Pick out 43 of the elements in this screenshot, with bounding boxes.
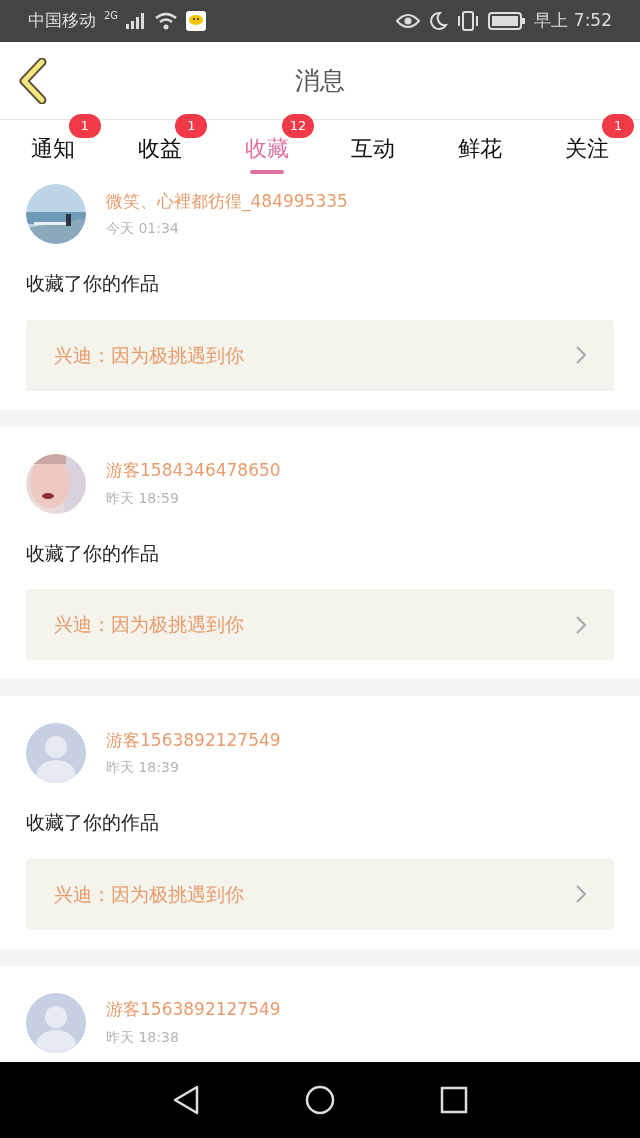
message-time: 昨天 18:59: [106, 488, 180, 508]
avatar-icon: [26, 992, 86, 1053]
user-name[interactable]: 游客1584346478650: [106, 458, 281, 484]
message-text: 收藏了你的作品: [26, 810, 160, 835]
chevron-right-icon: [576, 615, 586, 634]
chevron-right-icon: [576, 346, 586, 364]
user-name[interactable]: 游客1563892127549: [106, 997, 281, 1023]
count-badge: 12: [282, 114, 314, 138]
message-text: 收藏了你的作品: [26, 540, 160, 566]
user-name[interactable]: 微笑、心裡都彷徨_484995335: [106, 188, 348, 215]
work-link[interactable]: 兴迪：因为极挑遇到你: [26, 319, 614, 391]
chat-app-icon: [186, 11, 207, 31]
work-title: 兴迪：因为极挑遇到你: [54, 612, 245, 638]
count-badge: 1: [68, 114, 101, 138]
work-title: 兴迪：因为极挑遇到你: [54, 881, 245, 907]
work-link[interactable]: 兴迪：因为极挑遇到你: [26, 858, 614, 930]
tab[interactable]: 鲜花: [426, 120, 534, 176]
vibrate-icon: [456, 11, 481, 31]
message-time: 昨天 18:38: [106, 1027, 180, 1047]
message-time: 今天 01:34: [106, 219, 180, 239]
eye-icon: [396, 13, 421, 29]
tab-underline: [249, 170, 284, 174]
wifi-icon: [154, 12, 179, 30]
message-time: 昨天 18:39: [106, 758, 180, 778]
message-text: 收藏了你的作品: [26, 271, 160, 296]
work-title: 兴迪：因为极挑遇到你: [54, 342, 245, 368]
work-link[interactable]: 兴迪：因为极挑遇到你: [26, 589, 614, 660]
battery-icon: [488, 12, 527, 30]
recents-nav-button[interactable]: [439, 1086, 468, 1114]
chevron-right-icon: [576, 885, 586, 903]
carrier-name: 中国移动: [28, 9, 96, 33]
page-title: 消息: [295, 64, 345, 97]
user-name[interactable]: 游客1563892127549: [106, 727, 281, 754]
home-nav-button[interactable]: [305, 1085, 335, 1115]
avatar-icon: [26, 723, 86, 783]
signal-icon: [126, 13, 147, 29]
back-nav-button[interactable]: [172, 1085, 201, 1115]
network-type: 2G: [104, 9, 119, 23]
tab[interactable]: 互动: [320, 120, 427, 176]
count-badge: 1: [602, 114, 635, 138]
count-badge: 1: [175, 114, 208, 138]
moon-icon: [428, 11, 449, 31]
clock: 早上 7:52: [534, 9, 612, 33]
